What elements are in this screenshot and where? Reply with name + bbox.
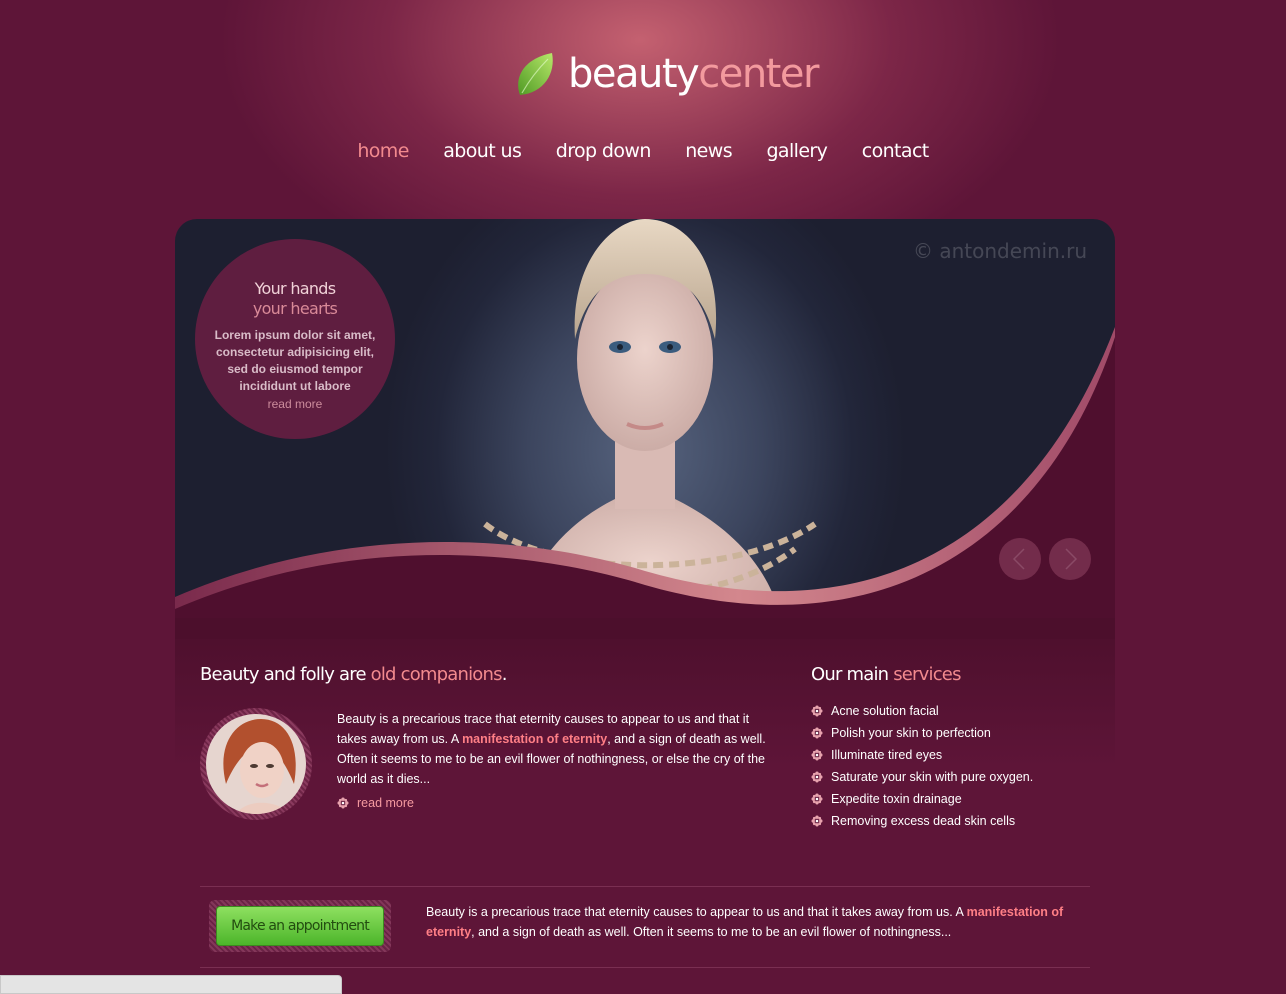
flower-bullet-icon xyxy=(337,797,349,809)
logo-word-beauty: beauty xyxy=(568,51,700,97)
intro-read-more-link[interactable]: read more xyxy=(337,796,414,810)
chevron-left-icon xyxy=(1012,548,1025,570)
hero-slider: © antondemin.ru Your hands your hearts L… xyxy=(175,219,1115,639)
divider xyxy=(200,967,1090,968)
appointment-button-frame: Make an appointment xyxy=(209,900,391,952)
service-item-label: Acne solution facial xyxy=(831,704,939,718)
slider-next-button[interactable] xyxy=(1049,538,1091,580)
slider-caption: Your hands your hearts Lorem ipsum dolor… xyxy=(195,239,395,439)
services-heading-plain: Our main xyxy=(811,664,894,685)
logo-word-center: center xyxy=(698,51,819,97)
service-item-label: Polish your skin to perfection xyxy=(831,726,991,740)
avatar xyxy=(200,708,312,820)
divider xyxy=(200,886,1090,887)
make-appointment-button[interactable]: Make an appointment xyxy=(216,906,384,946)
service-item[interactable]: Acne solution facial xyxy=(811,700,1033,722)
intro-heading-end: . xyxy=(501,664,508,685)
chevron-right-icon xyxy=(1065,548,1078,570)
logo-text: beautycenter xyxy=(568,51,819,97)
nav-item-home[interactable]: home xyxy=(357,140,409,162)
service-item-label: Illuminate tired eyes xyxy=(831,748,943,762)
appointment-text-before: Beauty is a precarious trace that eterni… xyxy=(426,905,967,919)
horizontal-scrollbar[interactable] xyxy=(0,975,342,994)
flower-bullet-icon xyxy=(811,793,823,805)
nav-item-about-us[interactable]: about us xyxy=(443,140,522,162)
flower-bullet-icon xyxy=(811,749,823,761)
intro-read-more-label: read more xyxy=(357,796,414,810)
service-item[interactable]: Saturate your skin with pure oxygen. xyxy=(811,766,1033,788)
caption-read-more-link[interactable]: read more xyxy=(195,397,395,411)
service-item[interactable]: Expedite toxin drainage xyxy=(811,788,1033,810)
service-item-label: Expedite toxin drainage xyxy=(831,792,962,806)
service-item-label: Saturate your skin with pure oxygen. xyxy=(831,770,1034,784)
caption-text: Lorem ipsum dolor sit amet, consectetur … xyxy=(214,328,376,393)
service-item[interactable]: Polish your skin to perfection xyxy=(811,722,1033,744)
flower-bullet-icon xyxy=(811,771,823,783)
leaf-icon xyxy=(518,53,553,95)
service-item-label: Removing excess dead skin cells xyxy=(831,814,1016,828)
logo[interactable]: beautycenter xyxy=(514,46,819,102)
appointment-text: Beauty is a precarious trace that eterni… xyxy=(426,902,1066,942)
main-nav: home about us drop down news gallery con… xyxy=(0,140,1286,162)
service-item[interactable]: Removing excess dead skin cells xyxy=(811,810,1033,832)
services-heading-highlight: services xyxy=(893,664,961,685)
service-item[interactable]: Illuminate tired eyes xyxy=(811,744,1033,766)
watermark: © antondemin.ru xyxy=(912,239,1087,263)
nav-item-contact[interactable]: contact xyxy=(862,140,930,162)
portrait-image xyxy=(206,714,306,814)
services-list: Acne solution facial Polish your skin to… xyxy=(811,700,1033,832)
intro-text-highlight-link[interactable]: manifestation of eternity xyxy=(462,732,607,746)
flower-bullet-icon xyxy=(811,727,823,739)
slider-prev-button[interactable] xyxy=(999,538,1041,580)
intro-text: Beauty is a precarious trace that eterni… xyxy=(337,709,777,789)
nav-item-gallery[interactable]: gallery xyxy=(766,140,827,162)
flower-bullet-icon xyxy=(811,705,823,717)
nav-item-news[interactable]: news xyxy=(685,140,732,162)
intro-heading-highlight: old companions xyxy=(370,664,503,685)
intro-heading-plain: Beauty and folly are xyxy=(200,664,371,685)
caption-subtitle: your hearts xyxy=(252,299,338,318)
services-heading: Our main services xyxy=(811,664,961,685)
caption-title: Your hands xyxy=(254,279,337,298)
flower-bullet-icon xyxy=(811,815,823,827)
appointment-text-after: , and a sign of death as well. Often it … xyxy=(471,925,952,939)
nav-item-drop-down[interactable]: drop down xyxy=(556,140,652,162)
avatar-photo xyxy=(206,714,306,814)
intro-heading: Beauty and folly are old companions. xyxy=(200,664,507,685)
